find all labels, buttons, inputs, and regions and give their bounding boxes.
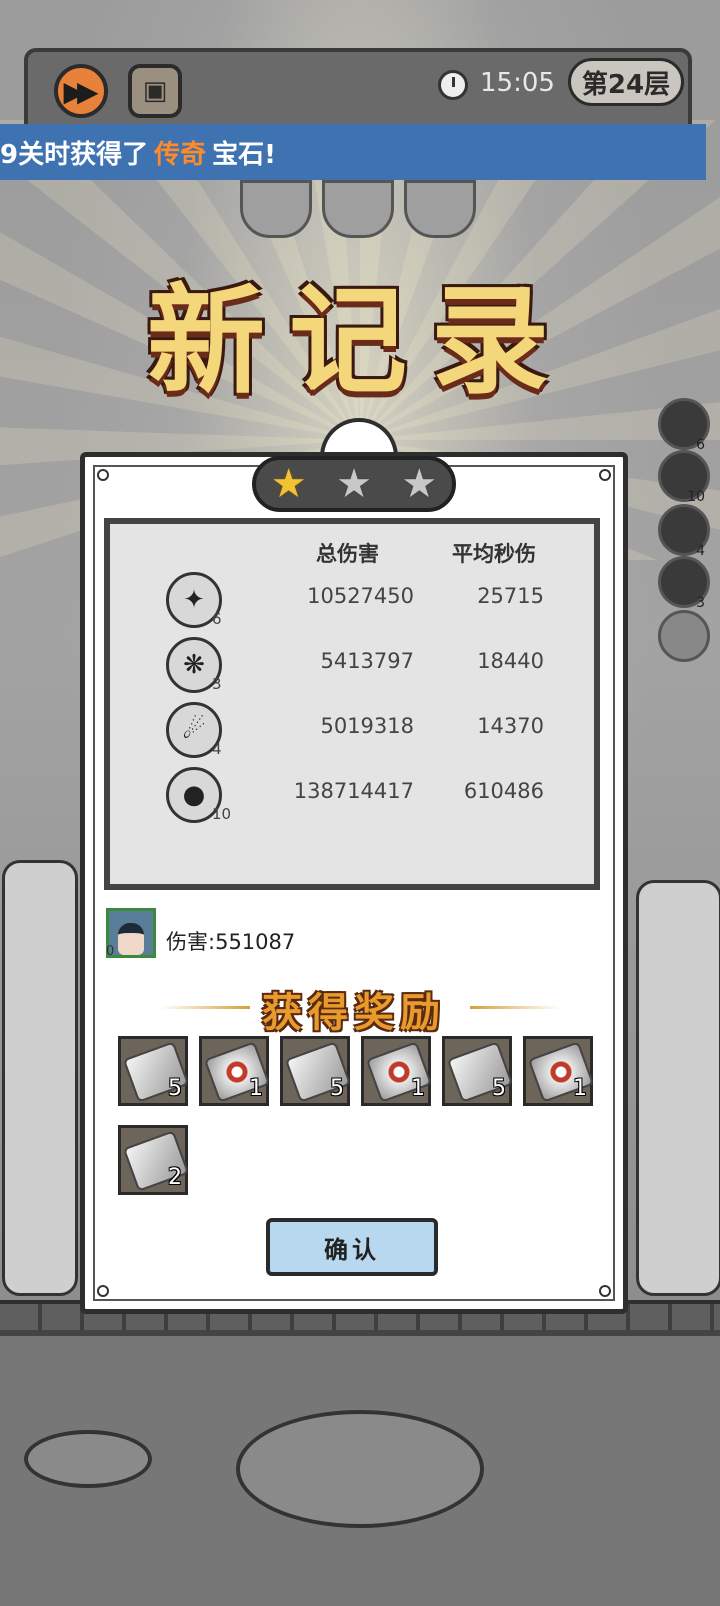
banner-highlight: 传奇	[154, 139, 207, 170]
fast-forward-button[interactable]: ▶▶	[54, 64, 108, 118]
reward-item[interactable]: 1	[523, 1036, 595, 1106]
floor-badge: 第24层	[568, 58, 684, 106]
header-total-damage: 总伤害	[316, 542, 379, 566]
reward-item[interactable]: 1	[199, 1036, 271, 1106]
side-skill-level: 10	[687, 489, 705, 505]
table-row: ✦ 6 10527450 25715	[110, 572, 594, 634]
rewards-title: 获得奖励	[262, 990, 446, 1036]
notification-banner: 9关时获得了 传奇 宝石!	[0, 124, 706, 180]
hero-damage-value: 551087	[215, 930, 296, 954]
clock-icon	[438, 70, 468, 100]
star-icon-empty: ★	[401, 461, 438, 507]
reward-count: 1	[411, 1076, 425, 1101]
total-damage-value: 5019318	[320, 714, 414, 738]
skill-level: 6	[212, 610, 222, 628]
reward-item[interactable]: 1	[361, 1036, 433, 1106]
avg-dps-value: 14370	[477, 714, 544, 738]
hero-level: 0	[106, 944, 115, 959]
reward-item[interactable]: 5	[442, 1036, 514, 1106]
skill-level: 10	[212, 805, 232, 823]
side-skill-level: 4	[696, 543, 705, 559]
treasure-chest-button[interactable]: ▣	[128, 64, 182, 118]
reward-item[interactable]: 5	[280, 1036, 352, 1106]
reward-count: 5	[492, 1076, 506, 1101]
side-skill-3[interactable]: 4	[658, 504, 710, 559]
fast-forward-icon: ▶▶	[63, 74, 98, 108]
corner-rivet	[97, 1285, 109, 1297]
banner-suffix: 宝石!	[212, 139, 276, 170]
treasure-chest-icon: ▣	[142, 76, 168, 106]
game-timer: 15:05	[480, 68, 555, 98]
side-skill-1[interactable]: 6	[658, 398, 710, 453]
skill-level: 4	[212, 740, 222, 758]
hero-portrait	[118, 923, 144, 955]
total-damage-value: 138714417	[293, 779, 414, 803]
side-skill-4[interactable]: 3	[658, 556, 710, 611]
corner-rivet	[97, 469, 109, 481]
star-rating: ★ ★ ★	[252, 456, 456, 512]
side-skill-level: 6	[696, 437, 705, 453]
hero-damage-label: 伤害:	[166, 930, 216, 954]
corner-rivet	[599, 1285, 611, 1297]
avg-dps-value: 610486	[463, 779, 544, 803]
skull-buff-icon	[404, 180, 476, 238]
reward-item[interactable]: 2	[118, 1125, 190, 1195]
total-damage-value: 5413797	[320, 649, 414, 673]
corner-rivet	[599, 469, 611, 481]
hero-damage: 伤害:551087	[166, 926, 295, 956]
total-damage-value: 10527450	[307, 584, 414, 608]
fountain-center	[236, 1410, 484, 1528]
side-skill-level: 3	[696, 595, 705, 611]
reward-item[interactable]: 5	[118, 1036, 190, 1106]
reward-count: 1	[249, 1076, 263, 1101]
table-row: ☄ 4 5019318 14370	[110, 702, 594, 764]
avg-dps-value: 25715	[477, 584, 544, 608]
reward-count: 5	[330, 1076, 344, 1101]
reward-count: 5	[168, 1076, 182, 1101]
side-skill-5[interactable]	[658, 610, 710, 662]
fountain-left	[24, 1430, 152, 1488]
banner-prefix: 9关时获得了	[0, 139, 149, 170]
star-icon-empty: ★	[336, 461, 372, 507]
header-avg-dps: 平均秒伤	[452, 542, 536, 566]
table-row: ● 10 138714417 610486	[110, 767, 594, 829]
side-skill-2[interactable]: 10	[658, 450, 710, 505]
reward-count: 2	[168, 1165, 182, 1190]
shield-buff-icon	[322, 180, 394, 238]
enemy-crowd-left	[2, 860, 78, 1296]
new-record-title: 新记录	[146, 272, 573, 410]
enemy-crowd-right	[636, 880, 720, 1296]
damage-stats-table: 总伤害 平均秒伤 ✦ 6 10527450 25715 ❋ 3 5413797 …	[104, 518, 600, 890]
avg-dps-value: 18440	[477, 649, 544, 673]
table-row: ❋ 3 5413797 18440	[110, 637, 594, 699]
heart-buff-icon	[240, 180, 312, 238]
skill-level: 3	[212, 675, 222, 693]
confirm-button[interactable]: 确认	[266, 1218, 438, 1276]
reward-count: 1	[573, 1076, 587, 1101]
star-icon-filled: ★	[270, 461, 307, 507]
